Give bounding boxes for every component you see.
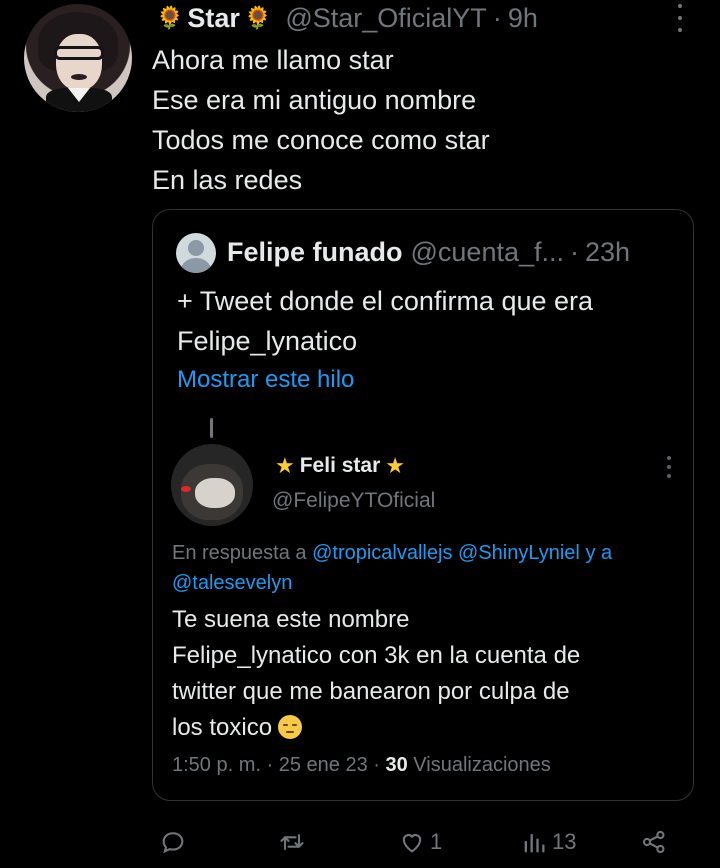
- heart-icon: [402, 834, 422, 853]
- quoted-line: Felipe_lynatico: [177, 326, 358, 356]
- inner-author-avatar: [171, 444, 253, 526]
- inner-line: los toxico: [172, 714, 273, 741]
- separator-dot: ·: [492, 2, 502, 33]
- reply-prefix: En respuesta a: [172, 542, 307, 564]
- tweet-line: Ese era mi antiguo nombre: [152, 85, 477, 115]
- quoted-line: + Tweet donde el confirma que era: [177, 286, 594, 316]
- separator-dot: ·: [570, 236, 579, 267]
- inner-time: 1:50 p. m.: [172, 754, 261, 776]
- tweet-text: Ahora me llamo star Ese era mi antiguo n…: [152, 40, 692, 200]
- inner-line: Felipe_lynatico con 3k en la cuenta de: [172, 642, 581, 669]
- pensive-face-icon: [278, 715, 303, 739]
- views-button[interactable]: 13: [520, 828, 576, 856]
- more-options-icon[interactable]: [672, 4, 688, 32]
- like-button[interactable]: 1: [398, 828, 442, 856]
- author-avatar[interactable]: [24, 4, 132, 112]
- sunflower-icon: 🌻: [156, 5, 184, 30]
- show-thread-link[interactable]: Mostrar este hilo: [177, 366, 354, 394]
- inner-tweet-meta: 1:50 p. m. · 25 ene 23 · 30 Visualizacio…: [172, 754, 551, 776]
- mention: @ShinyLyniel: [458, 542, 580, 564]
- mention: @tropicalvallejs: [312, 542, 453, 564]
- quoted-author-handle[interactable]: @cuenta_f...: [411, 237, 565, 268]
- reply-button[interactable]: [159, 828, 187, 856]
- author-handle[interactable]: @Star_OficialYT: [285, 3, 486, 34]
- retweet-button[interactable]: [278, 828, 306, 856]
- thread-connector-line: [210, 418, 213, 438]
- tweet-header: 🌻 Star 🌻 @Star_OficialYT · 9h: [152, 0, 538, 36]
- inner-author-handle: @FelipeYTOficial: [272, 489, 436, 512]
- reply-and: y a: [585, 542, 613, 564]
- quoted-tweet-text: + Tweet donde el confirma que era Felipe…: [177, 281, 677, 361]
- inner-tweet-header: ★ Feli star ★: [272, 451, 408, 481]
- inner-views-label: Visualizaciones: [413, 754, 551, 776]
- action-bar: 1 13: [0, 818, 720, 868]
- inner-line: Te suena este nombre: [172, 606, 410, 633]
- star-icon: ★: [275, 453, 295, 478]
- reply-icon: [162, 832, 184, 854]
- share-button[interactable]: [640, 828, 668, 856]
- inner-more-icon: [662, 456, 676, 478]
- tweet-line: Ahora me llamo star: [152, 45, 394, 75]
- share-icon: [642, 830, 665, 854]
- tweet-line: Todos me conoce como star: [152, 125, 490, 155]
- mention: @talesevelyn: [172, 572, 293, 594]
- analytics-icon: [524, 833, 545, 853]
- inner-line: twitter que me banearon por culpa de: [172, 678, 570, 705]
- quoted-tweet-time[interactable]: 23h: [585, 237, 630, 268]
- inner-tweet-text: Te suena este nombre Felipe_lynatico con…: [172, 602, 672, 746]
- inner-views-count: 30: [385, 754, 408, 776]
- quoted-author-avatar[interactable]: [176, 233, 216, 273]
- inner-author-name: Feli star: [299, 454, 381, 477]
- reply-to-line: En respuesta a @tropicalvallejs @ShinyLy…: [172, 538, 682, 598]
- retweet-icon: [280, 833, 304, 851]
- author-name[interactable]: Star: [187, 3, 240, 34]
- tweet-time[interactable]: 9h: [508, 3, 538, 34]
- inner-date: 25 ene 23: [278, 754, 368, 776]
- like-count: 1: [430, 829, 443, 854]
- quoted-tweet-header: Felipe funado @cuenta_f... · 23h: [227, 234, 630, 270]
- star-icon: ★: [385, 453, 406, 478]
- views-count: 13: [552, 829, 577, 854]
- tweet-line: En las redes: [152, 165, 303, 195]
- quoted-author-name[interactable]: Felipe funado: [227, 237, 403, 268]
- sunflower-icon: 🌻: [243, 5, 272, 30]
